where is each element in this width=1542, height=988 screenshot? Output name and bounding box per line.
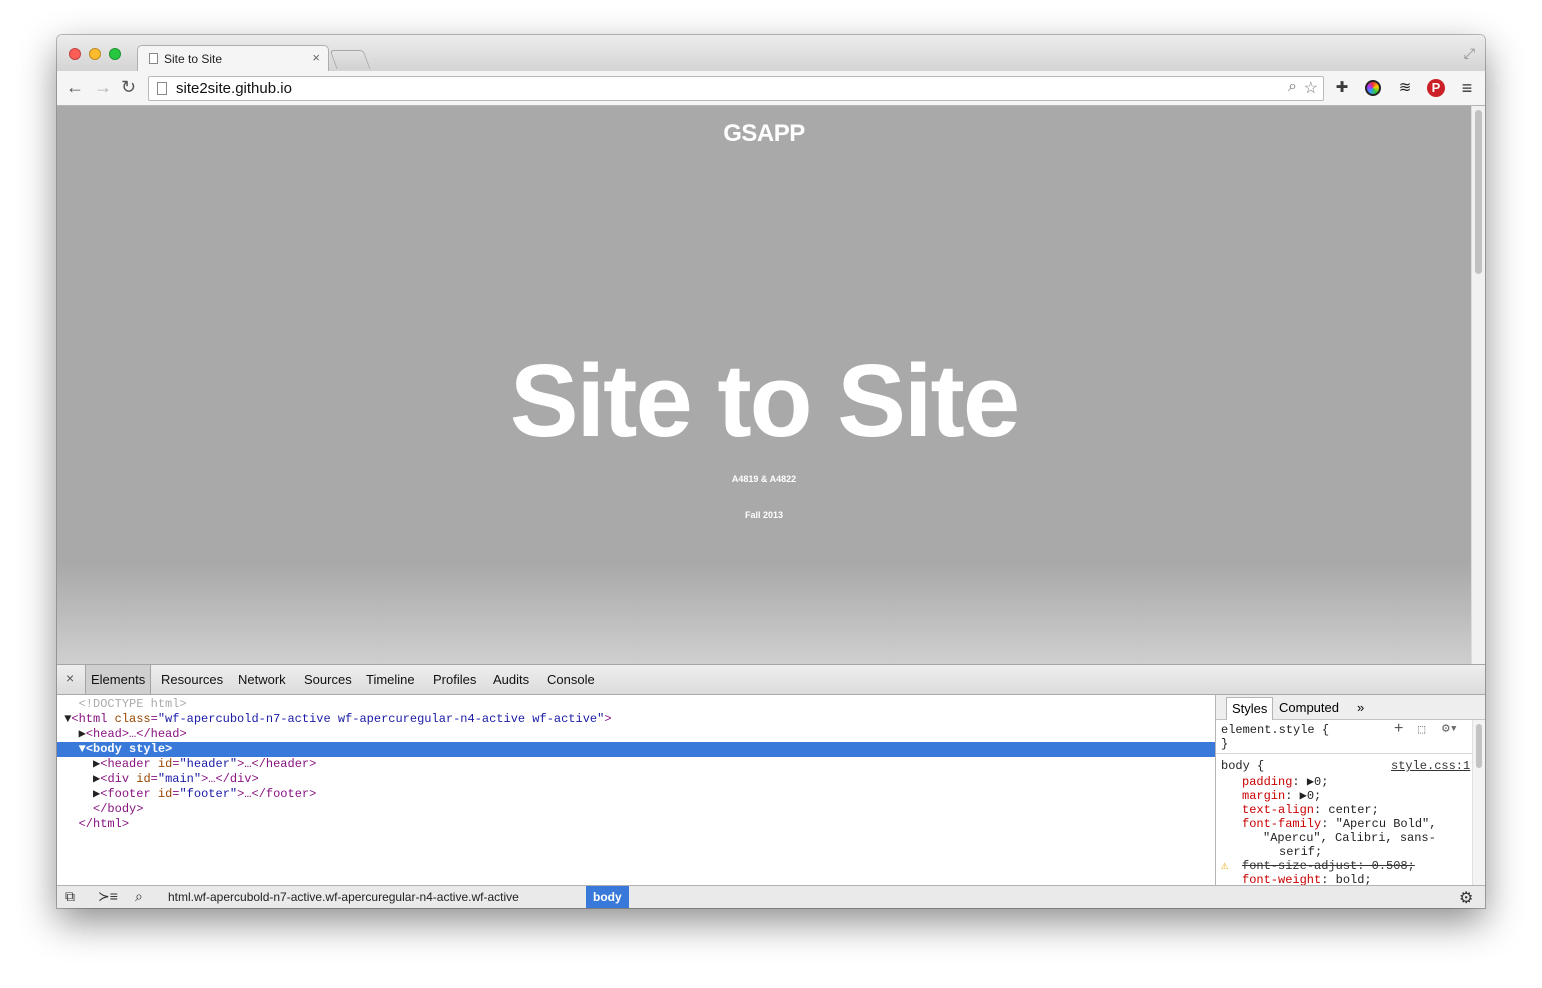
tab-profiles[interactable]: Profiles [428,665,481,694]
styles-pane: Styles Computed » element.style { + ⬚ ⚙▾… [1215,695,1485,885]
forward-arrow-icon[interactable]: → [94,77,112,97]
reload-icon[interactable]: ↻ [121,77,136,97]
tab-sources[interactable]: Sources [299,665,357,694]
css-property[interactable]: font-family: "Apercu Bold", [1242,817,1436,831]
page-scrollbar[interactable] [1471,106,1485,664]
css-property[interactable]: padding: ▶0; [1242,775,1328,789]
dom-node-html-close[interactable]: </html> [57,817,1215,832]
page-viewport: GSAPP Site to Site A4819 & A4822 Fall 20… [57,106,1485,664]
tab-elements[interactable]: Elements [85,665,152,694]
extension-puzzle-icon[interactable]: ✚ [1332,78,1352,98]
element-style-brace: } [1221,737,1229,751]
stylesheet-link[interactable]: style.css:1 [1391,759,1470,773]
dom-node-header[interactable]: ▶<header id="header">…</header> [57,757,1215,772]
tab-audits[interactable]: Audits [488,665,534,694]
back-arrow-icon[interactable]: ← [66,77,84,97]
zoom-window-button[interactable] [109,48,121,60]
breadcrumb-body[interactable]: body [586,886,629,908]
element-style-rule[interactable]: element.style { [1221,723,1329,737]
bookmark-star-icon[interactable]: ☆ [1304,78,1318,98]
css-value-continuation: serif; [1279,845,1323,859]
close-window-button[interactable] [69,48,81,60]
dom-node-head[interactable]: ▶<head>…</head> [57,727,1215,742]
minimize-window-button[interactable] [89,48,101,60]
term-label: Fall 2013 [744,510,784,520]
tab-computed[interactable]: Computed [1274,697,1344,719]
search-icon[interactable]: ⌕ [135,888,143,905]
css-property[interactable]: text-align: center; [1242,803,1379,817]
more-tabs-icon[interactable]: » [1352,697,1369,719]
dom-node-doctype[interactable]: <!DOCTYPE html> [57,697,1215,712]
dom-node-main[interactable]: ▶<div id="main">…</div> [57,772,1215,787]
course-numbers: A4819 & A4822 [731,474,797,484]
search-zoom-icon[interactable]: ⌕ [1288,78,1297,96]
scrollbar-thumb[interactable] [1475,110,1482,274]
page-icon [157,82,167,95]
browser-tab[interactable]: Site to Site × [137,45,329,72]
styles-tab-bar: Styles Computed » [1216,695,1485,720]
rule-divider [1216,753,1473,754]
dom-node-html[interactable]: ▼<html class="wf-apercubold-n7-active wf… [57,712,1215,727]
toggle-state-icon[interactable]: ⬚ [1418,722,1425,737]
devtools-panel: × Elements Resources Network Sources Tim… [57,664,1485,908]
warning-icon: ⚠ [1221,859,1229,873]
extension-color-icon[interactable] [1363,78,1383,98]
devtools-tab-bar: × Elements Resources Network Sources Tim… [57,665,1485,695]
page-icon [149,53,158,64]
tab-console[interactable]: Console [542,665,600,694]
page-title: Site to Site [509,343,1020,458]
body-rule-selector[interactable]: body { [1221,759,1264,773]
tab-timeline[interactable]: Timeline [361,665,420,694]
site-logo[interactable]: GSAPP [57,120,1471,148]
tab-network[interactable]: Network [233,665,291,694]
browser-window: Site to Site × ⤢ ← → ↻ site2site.github.… [57,35,1485,908]
tab-styles[interactable]: Styles [1226,697,1274,720]
console-drawer-icon[interactable]: ≻≡ [98,888,118,905]
dom-node-body-close[interactable]: </body> [57,802,1215,817]
devtools-close-icon[interactable]: × [66,670,74,686]
overridden-css-property[interactable]: font-size-adjust: 0.508; [1242,859,1415,873]
breadcrumb-html[interactable]: html.wf-apercubold-n7-active.wf-apercure… [161,886,526,908]
scrollbar-thumb[interactable] [1476,724,1482,768]
title-bar: Site to Site × ⤢ [57,35,1485,72]
tab-resources[interactable]: Resources [156,665,228,694]
styles-scrollbar[interactable] [1472,720,1485,885]
expand-triangle-icon[interactable]: ▼ [79,742,86,756]
collapse-triangle-icon[interactable]: ▶ [79,727,86,741]
dom-node-footer[interactable]: ▶<footer id="footer">…</footer> [57,787,1215,802]
css-property[interactable]: margin: ▶0; [1242,789,1321,803]
css-value-continuation: "Apercu", Calibri, sans- [1263,831,1436,845]
tab-title: Site to Site [164,52,223,66]
tab-close-icon[interactable]: × [312,50,320,65]
fullscreen-icon[interactable]: ⤢ [1464,45,1475,62]
dom-node-body[interactable]: ▼<body style> [57,742,1215,757]
browser-toolbar: ← → ↻ site2site.github.io ⌕ ☆ ✚ ≋ P ≡ [57,71,1485,106]
layers-icon[interactable]: ≋ [1395,78,1415,98]
dom-tree: <!DOCTYPE html> ▼<html class="wf-apercub… [57,695,1215,885]
pinterest-icon[interactable]: P [1426,78,1446,98]
devtools-status-bar: ⧉ ≻≡ ⌕ html.wf-apercubold-n7-active.wf-a… [57,885,1485,908]
settings-gear-icon[interactable]: ⚙ [1459,888,1473,908]
address-bar[interactable]: site2site.github.io ⌕ ☆ [148,76,1324,101]
menu-icon[interactable]: ≡ [1457,78,1477,98]
css-property[interactable]: font-weight: bold; [1242,873,1372,885]
gear-icon[interactable]: ⚙▾ [1442,721,1458,736]
url-text[interactable]: site2site.github.io [176,80,292,97]
dock-toggle-icon[interactable]: ⧉ [65,888,75,905]
add-rule-icon[interactable]: + [1394,720,1403,738]
new-tab-button[interactable] [329,50,371,69]
